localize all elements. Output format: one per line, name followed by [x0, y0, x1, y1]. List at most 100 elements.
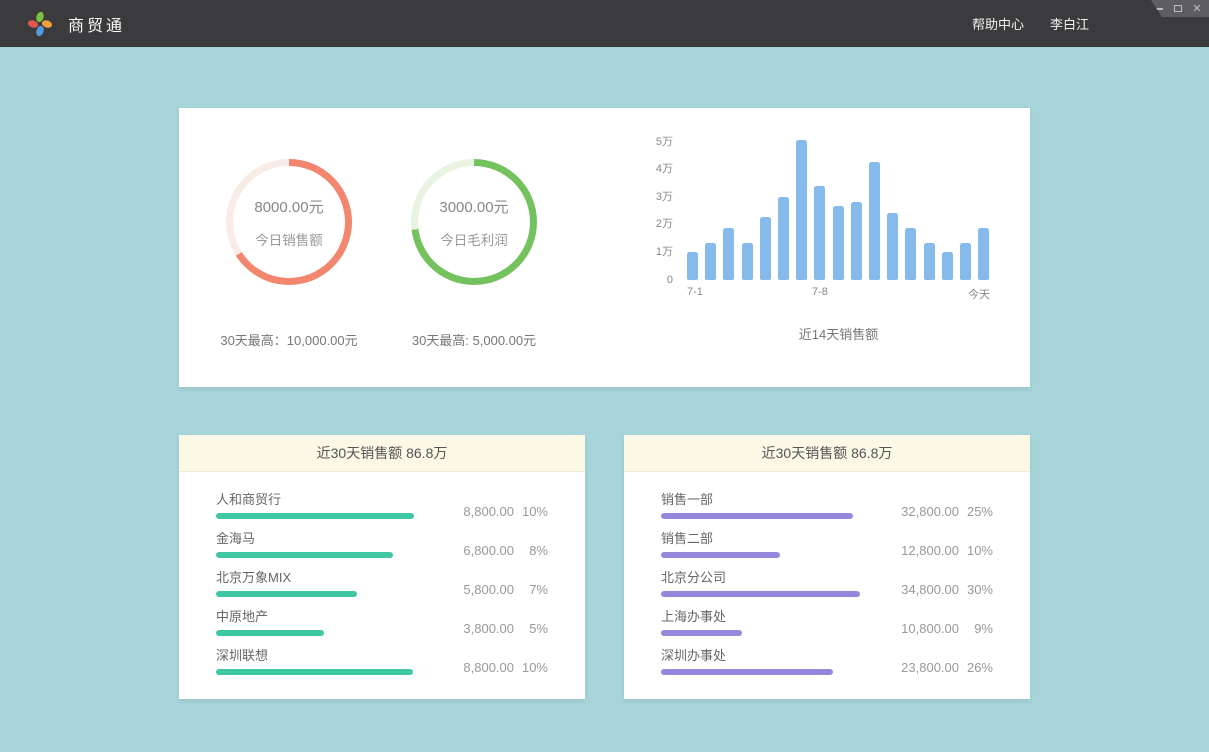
- bar-chart-area: 01万2万3万4万5万: [649, 138, 1030, 280]
- list-item: 北京万象MIX5,800.007%: [216, 570, 548, 597]
- customer-ranking-card: 近30天销售额 86.8万 人和商贸行8,800.0010%金海马6,800.0…: [179, 435, 585, 699]
- item-amount: 12,800.00: [901, 543, 959, 558]
- bar: [742, 243, 753, 280]
- today-sales-value: 8000.00元: [254, 196, 323, 217]
- list-item: 人和商贸行 8,800.0010%: [216, 492, 548, 519]
- customer-ranking-title: 近30天销售额 86.8万: [179, 435, 585, 472]
- item-percent: 26%: [959, 660, 993, 675]
- brand: 商贸通: [26, 10, 125, 38]
- bar: [723, 228, 734, 280]
- minimize-button[interactable]: [1154, 3, 1164, 15]
- donut-hole: 3000.00元 今日毛利润: [418, 166, 530, 278]
- today-profit-value: 3000.00元: [439, 196, 508, 217]
- x-tick-label: 7-1: [687, 286, 703, 298]
- list-item: 销售二部12,800.0010%: [661, 531, 993, 558]
- item-percent: 30%: [959, 582, 993, 597]
- y-tick-label: 1万: [656, 243, 673, 259]
- item-bar: [661, 669, 833, 675]
- bar-chart-plot: [687, 138, 990, 280]
- bar: [687, 252, 698, 280]
- bar: [778, 197, 789, 280]
- bar: [960, 243, 971, 280]
- y-tick-label: 4万: [656, 160, 673, 176]
- item-amount: 23,800.00: [901, 660, 959, 675]
- item-label: 人和商贸行: [216, 492, 436, 507]
- y-tick-label: 3万: [656, 188, 673, 204]
- close-icon: ✕: [1192, 4, 1201, 14]
- item-label: 深圳办事处: [661, 648, 881, 663]
- bar-chart-y-axis: 01万2万3万4万5万: [649, 138, 679, 280]
- item-amount: 3,800.00: [463, 621, 514, 636]
- list-item: 金海马 6,800.008%: [216, 531, 548, 558]
- list-item: 中原地产 3,800.005%: [216, 609, 548, 636]
- nav-help-center[interactable]: 帮助中心: [972, 14, 1024, 33]
- today-profit-block: 3000.00元 今日毛利润 30天最高: 5,000.00元: [399, 108, 549, 387]
- profit-30day-max: 30天最高: 5,000.00元: [399, 330, 549, 349]
- nav-user[interactable]: 李白江: [1050, 14, 1089, 33]
- bar: [814, 186, 825, 280]
- item-bar: [216, 591, 357, 597]
- minimize-icon: [1155, 8, 1163, 10]
- maximize-button[interactable]: [1173, 3, 1183, 15]
- item-percent: 5%: [514, 621, 548, 636]
- close-button[interactable]: ✕: [1192, 3, 1202, 15]
- item-label: 销售一部: [661, 492, 881, 507]
- item-amount: 6,800.00: [463, 543, 514, 558]
- list-item: 深圳联想8,800.0010%: [216, 648, 548, 675]
- bar: [796, 140, 807, 280]
- bar: [942, 252, 953, 280]
- item-bar: [661, 630, 742, 636]
- list-item: 销售一部 32,800.0025%: [661, 492, 993, 519]
- item-label: 中原地产: [216, 609, 436, 624]
- item-percent: 10%: [514, 504, 548, 519]
- bar: [924, 243, 935, 280]
- item-percent: 10%: [514, 660, 548, 675]
- department-ranking-title: 近30天销售额 86.8万: [624, 435, 1030, 472]
- today-profit-caption: 今日毛利润: [440, 229, 508, 249]
- bar: [760, 217, 771, 280]
- bar: [905, 228, 916, 280]
- donut-hole: 8000.00元 今日销售额: [233, 166, 345, 278]
- maximize-icon: [1174, 5, 1182, 12]
- item-label: 上海办事处: [661, 609, 881, 624]
- pinwheel-logo-icon: [26, 10, 54, 38]
- today-sales-block: 8000.00元 今日销售额 30天最高：10,000.00元: [179, 108, 399, 387]
- x-tick-label: 今天: [968, 286, 990, 302]
- bar: [887, 213, 898, 280]
- today-profit-donut: 3000.00元 今日毛利润: [411, 159, 537, 285]
- item-bar: [661, 552, 780, 558]
- item-label: 金海马: [216, 531, 436, 546]
- y-tick-label: 0: [667, 274, 673, 286]
- item-label: 北京分公司: [661, 570, 881, 585]
- today-sales-donut: 8000.00元 今日销售额: [226, 159, 352, 285]
- item-bar: [661, 591, 860, 597]
- item-percent: 25%: [959, 504, 993, 519]
- item-percent: 8%: [514, 543, 548, 558]
- bar: [851, 202, 862, 280]
- item-label: 深圳联想: [216, 648, 436, 663]
- item-bar: [216, 552, 393, 558]
- item-bar: [216, 630, 324, 636]
- sales-30day-max: 30天最高：10,000.00元: [179, 330, 399, 349]
- bar: [833, 206, 844, 280]
- item-bar: [216, 513, 414, 519]
- item-amount: 8,800.00: [463, 504, 514, 519]
- y-tick-label: 2万: [656, 215, 673, 231]
- list-item: 深圳办事处 23,800.0026%: [661, 648, 993, 675]
- item-percent: 10%: [959, 543, 993, 558]
- department-ranking-card: 近30天销售额 86.8万 销售一部 32,800.0025% 销售二部12,800…: [624, 435, 1030, 699]
- main-dashboard: 8000.00元 今日销售额 30天最高：10,000.00元 3000.00元…: [179, 47, 1030, 699]
- item-label: 北京万象MIX: [216, 570, 436, 585]
- list-item: 上海办事处10,800.009%: [661, 609, 993, 636]
- bar: [869, 162, 880, 280]
- list-item: 北京分公司34,800.0030%: [661, 570, 993, 597]
- app-title: 商贸通: [68, 12, 125, 36]
- item-amount: 32,800.00: [901, 504, 959, 519]
- bar: [978, 228, 989, 280]
- item-bar: [661, 513, 853, 519]
- today-sales-caption: 今日销售额: [255, 229, 323, 249]
- sales-bar-chart: 01万2万3万4万5万 7-17-8今天 近14天销售额: [549, 108, 1030, 387]
- y-tick-label: 5万: [656, 133, 673, 149]
- ranking-row: 近30天销售额 86.8万 人和商贸行8,800.0010%金海马6,800.0…: [179, 435, 1030, 699]
- item-bar: [216, 669, 413, 675]
